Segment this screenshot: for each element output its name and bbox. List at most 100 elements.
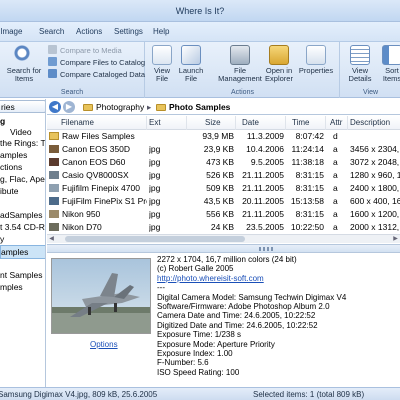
menu-item-help[interactable]: Help xyxy=(153,22,169,42)
table-row[interactable]: Nikon 950 jpg 556 KB 21.11.2005 8:31:15 … xyxy=(47,208,400,221)
filename-cell: Canon EOS D60 xyxy=(62,157,126,167)
table-row[interactable]: Raw Files Samples 93,9 MB 11.3.2009 8:07… xyxy=(47,130,400,143)
breadcrumb-photography[interactable]: Photography xyxy=(83,99,144,115)
properties-label: Properties xyxy=(298,66,334,75)
back-arrow-icon[interactable]: ◀ xyxy=(49,101,61,113)
column-description[interactable]: Description xyxy=(348,116,400,130)
table-row[interactable]: Nikon D70 jpg 24 KB 23.5.2005 10:22:50 a… xyxy=(47,221,400,234)
view-file-button[interactable]: View File xyxy=(150,45,174,83)
scroll-left-arrow-icon[interactable]: ◀ xyxy=(47,235,56,243)
tree-item[interactable]: y xyxy=(0,233,4,245)
compare-files-label: Compare Files to Catalog xyxy=(60,58,146,67)
info-line: Camera Date and Time: 24.6.2005, 10:22:5… xyxy=(157,311,316,321)
pane-splitter[interactable] xyxy=(47,244,400,253)
sort-items-button[interactable]: Sort Items xyxy=(380,45,400,83)
table-row[interactable]: Fujifilm Finepix 4700 jpg 509 KB 21.11.2… xyxy=(47,182,400,195)
column-time[interactable]: Time xyxy=(286,116,326,130)
website-link[interactable]: http://photo.whereisit-soft.com xyxy=(157,274,397,283)
column-date[interactable]: Date xyxy=(236,116,286,130)
sort-icon xyxy=(382,45,400,65)
date-cell: 21.11.2005 xyxy=(242,209,284,219)
tree-item[interactable]: ibute xyxy=(0,185,18,197)
search-group: Search for Items Compare to Media Compar… xyxy=(0,42,145,98)
attr-cell: a xyxy=(333,183,338,193)
document-view-icon xyxy=(152,45,172,65)
open-in-explorer-button[interactable]: Open in Explorer xyxy=(261,45,297,83)
compare-files-button[interactable]: Compare Files to Catalog xyxy=(48,57,145,68)
compare-to-media-label: Compare to Media xyxy=(60,46,122,55)
view-details-button[interactable]: View Details xyxy=(345,45,375,83)
magnifier-icon xyxy=(14,45,34,65)
info-line: Exposure Index: 1.00 xyxy=(157,349,233,359)
time-cell: 11:24:14 xyxy=(291,144,324,154)
options-link[interactable]: Options xyxy=(90,340,118,349)
scroll-right-arrow-icon[interactable]: ▶ xyxy=(391,235,400,243)
splitter-grip-icon[interactable] xyxy=(259,247,273,251)
description-cell: 2400 x 1800, 16,7 milli xyxy=(350,183,400,193)
open-in-explorer-label: Open in Explorer xyxy=(265,66,293,83)
folder-icon xyxy=(49,132,59,140)
column-filename[interactable]: Filename xyxy=(47,116,147,130)
attr-cell: a xyxy=(333,196,338,206)
tree-item[interactable]: g xyxy=(0,115,5,127)
file-management-button[interactable]: File Management xyxy=(218,45,262,83)
tree-item[interactable]: ctions xyxy=(0,161,22,173)
forward-arrow-icon[interactable]: ▶ xyxy=(63,101,75,113)
time-cell: 15:13:58 xyxy=(290,196,324,206)
info-line: Digital Camera Model: Samsung Techwin Di… xyxy=(157,292,347,302)
filename-cell: Fujifilm Finepix 4700 xyxy=(62,183,140,193)
menu-item-actions[interactable]: Actions xyxy=(76,22,102,42)
breadcrumb-separator[interactable]: ▸ xyxy=(147,99,151,115)
size-cell: 473 KB xyxy=(206,157,234,167)
menu-item-search[interactable]: Search xyxy=(39,22,64,42)
menu-item-settings[interactable]: Settings xyxy=(114,22,143,42)
date-cell: 23.5.2005 xyxy=(246,222,284,232)
size-cell: 24 KB xyxy=(210,222,234,232)
address-bar: ◀ ▶ Photography ▸ Photo Samples xyxy=(47,99,400,115)
tree-item[interactable]: nt Samples xyxy=(0,269,43,281)
folder-open-icon xyxy=(269,45,289,65)
info-line: Software/Firmware: Adobe Photoshop Album… xyxy=(157,302,330,312)
column-attr[interactable]: Attr xyxy=(326,116,348,130)
table-row[interactable]: Canon EOS D60 jpg 473 KB 9.5.2005 11:38:… xyxy=(47,156,400,169)
launch-window-icon xyxy=(181,45,201,65)
horizontal-scrollbar[interactable]: ◀ ▶ xyxy=(47,234,400,243)
breadcrumb-label: Photography xyxy=(96,102,145,112)
attr-cell: a xyxy=(333,170,338,180)
scrollbar-thumb[interactable] xyxy=(65,236,245,242)
search-for-items-button[interactable]: Search for Items xyxy=(6,45,42,83)
tree-item[interactable]: amples xyxy=(0,149,27,161)
breadcrumb-label: Photo Samples xyxy=(169,102,231,112)
view-details-label: View Details xyxy=(348,66,372,83)
image-thumbnail-icon xyxy=(49,158,59,166)
tree-item-selected[interactable]: amples xyxy=(0,245,45,259)
table-row[interactable]: Casio QV8000SX jpg 526 KB 21.11.2005 8:3… xyxy=(47,169,400,182)
photo-preview xyxy=(51,258,151,334)
tree-item[interactable]: mples xyxy=(0,281,23,293)
properties-button[interactable]: Properties xyxy=(297,45,335,75)
ext-cell: jpg xyxy=(149,209,161,219)
compare-to-media-button[interactable]: Compare to Media xyxy=(48,45,122,56)
tree-header[interactable]: ries xyxy=(0,100,45,113)
tree-item[interactable]: g, Flac, Ape xyxy=(0,173,45,185)
menu-item-image[interactable]: k Image xyxy=(0,22,22,42)
folder-icon xyxy=(83,104,93,111)
compare-cataloged-button[interactable]: Compare Cataloged Data xyxy=(48,69,145,80)
date-cell: 11.3.2009 xyxy=(246,131,284,141)
column-ext[interactable]: Ext xyxy=(147,116,187,130)
tree-item[interactable]: adSamples xyxy=(0,209,43,221)
launch-file-button[interactable]: Launch File xyxy=(176,45,206,83)
ext-cell: jpg xyxy=(149,222,161,232)
tree-item[interactable]: the Rings: Th xyxy=(0,137,45,149)
breadcrumb-photo-samples[interactable]: Photo Samples xyxy=(156,99,230,115)
description-cell: 2000 x 1312, 16,7 milli xyxy=(350,222,400,232)
actions-group-label: Actions xyxy=(231,89,254,96)
tree-item[interactable]: t 3.54 CD-R xyxy=(0,221,45,233)
menu-bar: k Image Search Actions Settings Help xyxy=(0,22,400,42)
column-size[interactable]: Size xyxy=(187,116,236,130)
filename-cell: Nikon D70 xyxy=(62,222,102,232)
table-row[interactable]: FujiFilm FinePix S1 Pro jpg 43,5 KB 20.1… xyxy=(47,195,400,208)
table-row[interactable]: Canon EOS 350D jpg 23,9 KB 10.4.2006 11:… xyxy=(47,143,400,156)
preview-pane: Options 2272 x 1704, 16,7 million colors… xyxy=(47,254,400,387)
jet-aircraft-photo xyxy=(52,259,150,333)
